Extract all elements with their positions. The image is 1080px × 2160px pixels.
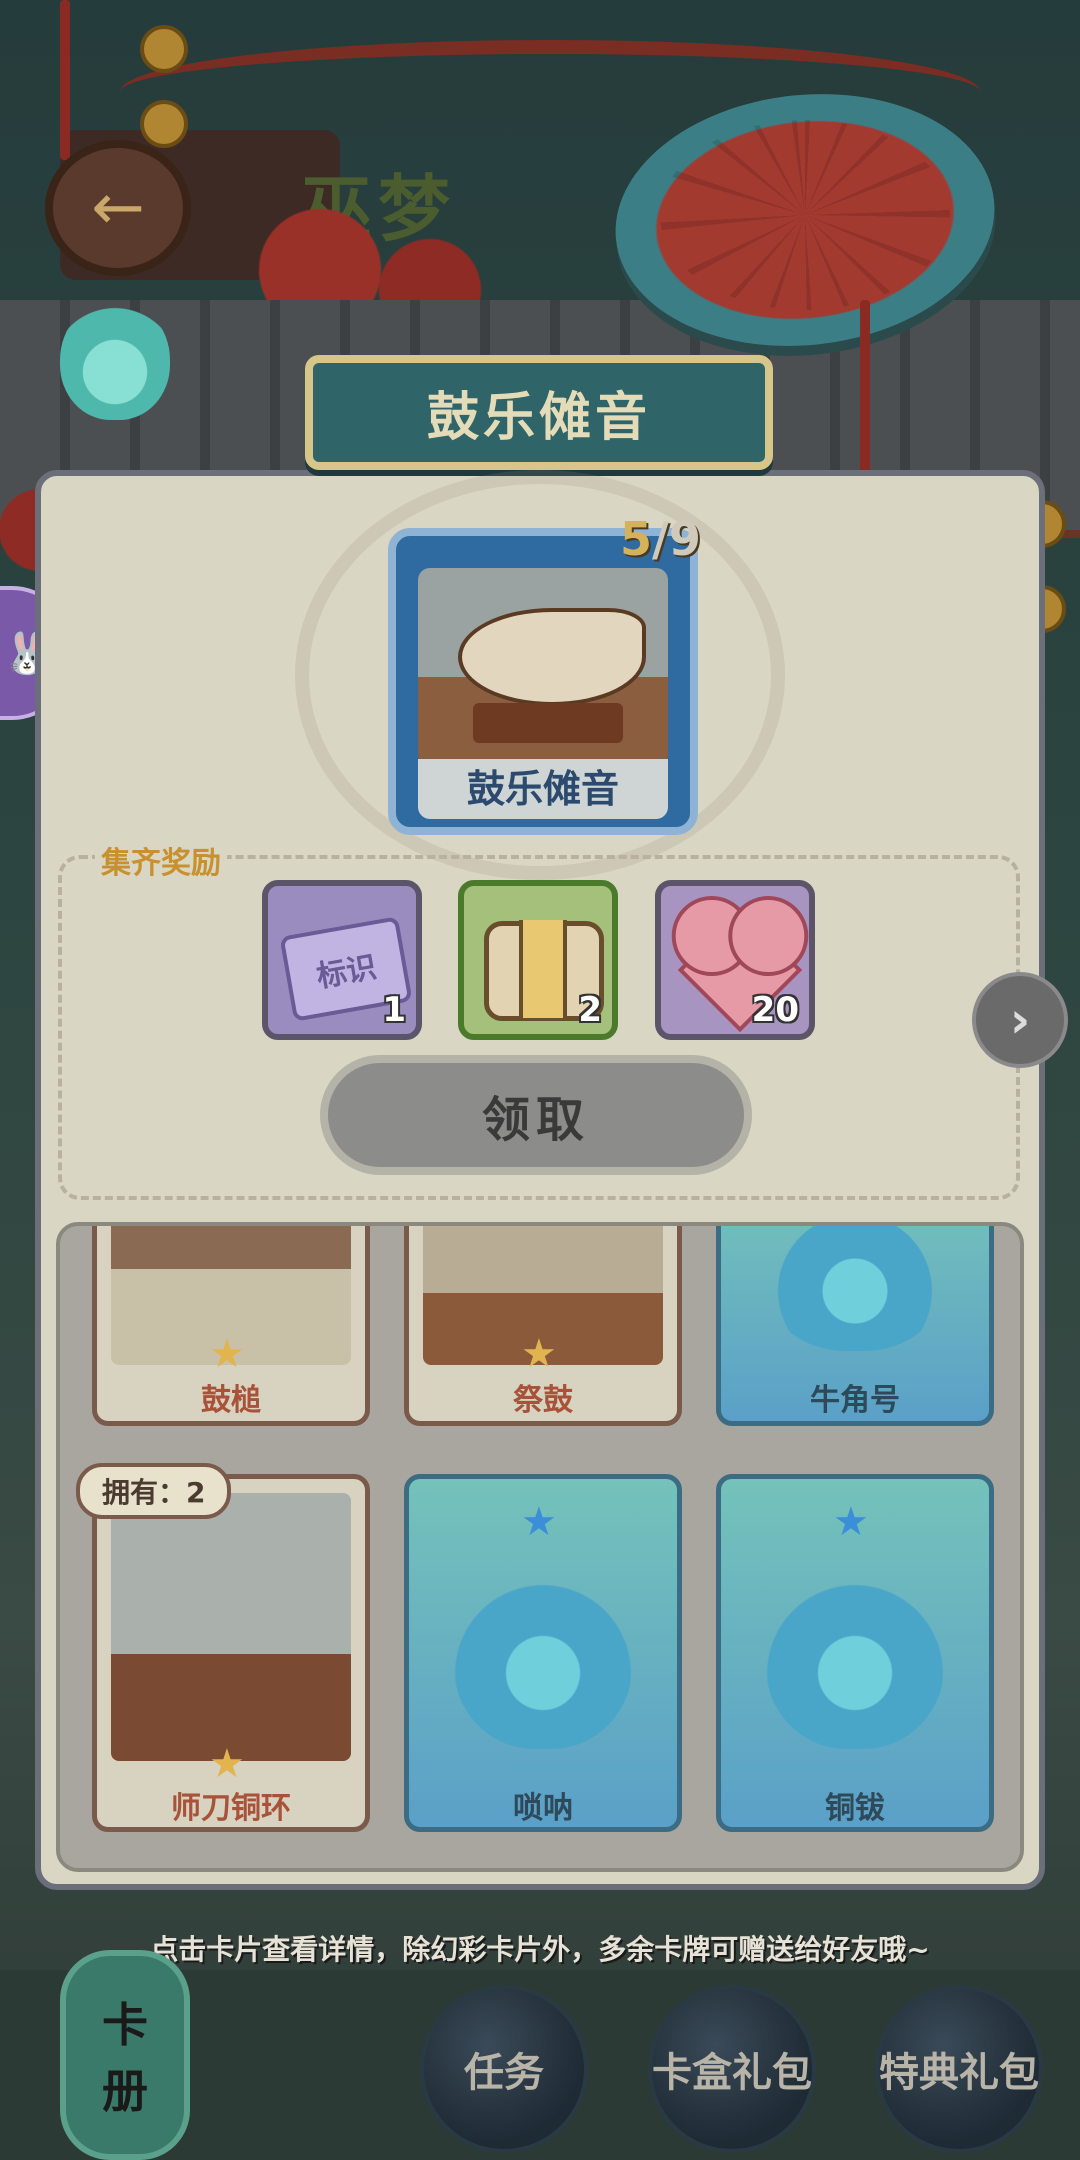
- reward-quantity: 20: [751, 990, 799, 1030]
- special-gift-button[interactable]: 特典礼包: [875, 1985, 1043, 2153]
- locked-flame-icon: [765, 1226, 945, 1351]
- card-item[interactable]: 牛角号: [716, 1226, 994, 1426]
- collection-title: 鼓乐傩音: [426, 388, 651, 448]
- star-icon: ★: [833, 1499, 869, 1545]
- next-collection-button[interactable]: ›: [972, 972, 1068, 1068]
- card-item[interactable]: ★ 铜钹: [716, 1474, 994, 1832]
- tag-icon-text: 标识: [314, 950, 380, 995]
- umbrella-ribs: [660, 120, 950, 310]
- card-album-button[interactable]: 卡 册: [60, 1950, 190, 2160]
- star-icon: ★: [521, 1331, 557, 1377]
- horn-stand: [473, 703, 623, 743]
- special-gift-label: 特典礼包: [879, 2050, 1039, 2096]
- reward-quantity: 1: [382, 990, 406, 1030]
- collection-title-banner: 鼓乐傩音: [305, 355, 773, 470]
- collection-progress: 5/9: [620, 512, 701, 566]
- card-grid: ★ 鼓槌 ★ 祭鼓 牛角号 ★ 师刀铜环 ★ 唢呐 ★ 铜钹: [56, 1222, 1024, 1872]
- reward-quantity: 2: [578, 990, 602, 1030]
- featured-card-label: 鼓乐傩音: [466, 767, 619, 811]
- reward-item-tag[interactable]: 标识 1: [262, 880, 422, 1040]
- owned-count-badge: 拥有：2: [76, 1463, 232, 1519]
- card-box-gift-label: 卡盒礼包: [652, 2050, 812, 2096]
- spirit-flame-icon: [60, 300, 170, 420]
- tasks-label: 任务: [464, 2050, 544, 2096]
- card-name: 师刀铜环: [171, 1791, 291, 1826]
- back-arrow-icon: ←: [91, 171, 145, 245]
- coin-decoration: [140, 25, 188, 73]
- locked-flame-icon: [453, 1559, 633, 1749]
- progress-total: /9: [652, 512, 701, 566]
- card-name: 祭鼓: [513, 1383, 573, 1418]
- album-label-bottom: 册: [102, 2064, 148, 2118]
- tasks-button[interactable]: 任务: [420, 1985, 588, 2153]
- locked-flame-icon: [765, 1559, 945, 1749]
- rewards-label: 集齐奖励: [95, 838, 227, 882]
- card-name: 牛角号: [810, 1383, 900, 1418]
- featured-card[interactable]: 鼓乐傩音: [388, 528, 698, 835]
- reward-item-heart[interactable]: 20: [655, 880, 815, 1040]
- card-name: 唢呐: [513, 1791, 573, 1826]
- star-icon: ★: [209, 1331, 245, 1377]
- star-icon: ★: [209, 1741, 245, 1787]
- card-art-blade: [111, 1493, 351, 1761]
- tassel-decoration: [60, 0, 70, 160]
- card-item[interactable]: ★ 师刀铜环: [92, 1474, 370, 1832]
- back-button[interactable]: ←: [45, 140, 191, 276]
- card-item[interactable]: ★ 唢呐: [404, 1474, 682, 1832]
- card-name: 铜钹: [825, 1791, 885, 1826]
- reward-item-chest[interactable]: 2: [458, 880, 618, 1040]
- card-item[interactable]: ★ 鼓槌: [92, 1226, 370, 1426]
- claim-button[interactable]: 领取: [320, 1055, 752, 1175]
- card-item[interactable]: ★ 祭鼓: [404, 1226, 682, 1426]
- featured-card-art: [418, 568, 668, 766]
- card-box-gift-button[interactable]: 卡盒礼包: [648, 1985, 816, 2153]
- star-icon: ★: [521, 1499, 557, 1545]
- card-collection-screen: 巫梦 ← 🐰 鼓乐傩音 鼓乐傩音 5/9 集齐奖励 标识 1: [0, 0, 1080, 2160]
- horn-icon: [458, 608, 646, 706]
- chevron-right-icon: ›: [1009, 991, 1031, 1049]
- album-label-top: 卡: [102, 1998, 148, 2052]
- card-name: 鼓槌: [201, 1383, 261, 1418]
- progress-current: 5: [620, 512, 653, 566]
- coin-decoration: [140, 100, 188, 148]
